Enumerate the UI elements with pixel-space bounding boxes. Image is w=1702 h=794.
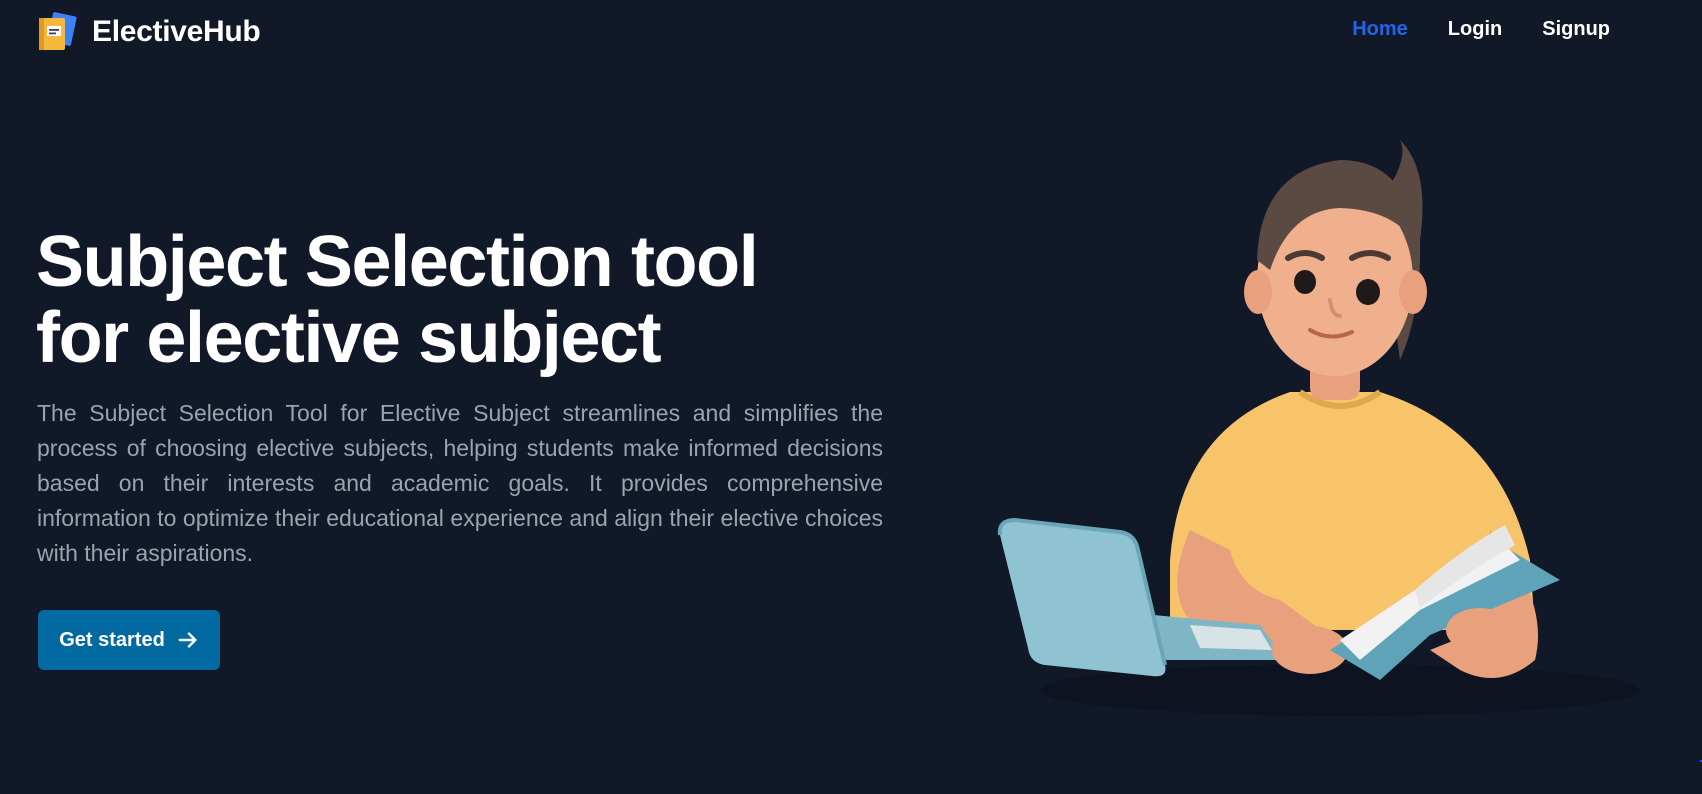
hero-title-line-1: Subject Selection tool bbox=[36, 222, 759, 302]
brand-logo[interactable]: ElectiveHub bbox=[36, 12, 261, 52]
notebook-icon bbox=[39, 12, 77, 50]
nav-login-link[interactable]: Login bbox=[1448, 18, 1502, 41]
landing-page: ElectiveHub Home Login Signup Subject Se… bbox=[0, 0, 1702, 794]
hero-title-line-2: for elective subject bbox=[36, 298, 662, 378]
arrow-right-icon bbox=[178, 632, 197, 648]
nav-home-link[interactable]: Home bbox=[1352, 18, 1408, 41]
nav-signup-link[interactable]: Signup bbox=[1542, 18, 1610, 41]
get-started-button[interactable]: Get started bbox=[38, 610, 220, 670]
hero-description: The Subject Selection Tool for Elective … bbox=[37, 400, 883, 566]
get-started-label: Get started bbox=[59, 628, 165, 651]
hero-title: Subject Selection tool for elective subje… bbox=[36, 224, 876, 376]
top-nav: Home Login Signup bbox=[1352, 18, 1610, 41]
student-illustration bbox=[997, 140, 1640, 716]
brand-name: ElectiveHub bbox=[92, 15, 261, 48]
